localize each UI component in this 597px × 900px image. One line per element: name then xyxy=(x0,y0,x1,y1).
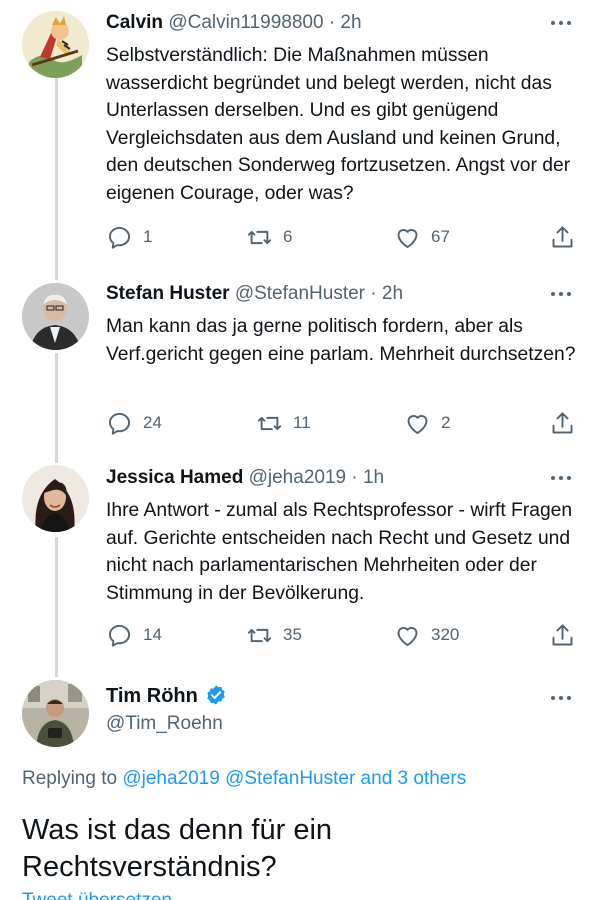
like-count: 2 xyxy=(441,413,451,432)
main-tweet-handle: @Tim_Roehn xyxy=(106,712,537,736)
more-icon[interactable] xyxy=(551,468,573,488)
main-tweet-author: Tim Röhn xyxy=(106,684,537,709)
like-button[interactable]: 67 xyxy=(394,222,450,252)
retweet-icon xyxy=(247,230,272,244)
reply-count: 14 xyxy=(143,625,162,644)
author-name[interactable]: Calvin xyxy=(106,12,163,33)
verified-badge-icon xyxy=(207,685,225,705)
tweet-actions: 14 35 320 xyxy=(106,620,579,650)
avatar[interactable] xyxy=(22,11,89,78)
share-icon xyxy=(552,623,573,645)
reply-button[interactable]: 1 xyxy=(106,222,152,252)
share-icon xyxy=(552,411,573,433)
share-button[interactable] xyxy=(549,408,576,438)
more-icon[interactable] xyxy=(551,284,573,304)
author-handle[interactable]: @Tim_Roehn xyxy=(106,713,223,734)
tweet[interactable]: Jessica Hamed @jeha2019 · 1h Ihre Antwor… xyxy=(0,460,597,670)
reply-count: 24 xyxy=(143,413,162,432)
reply-button[interactable]: 24 xyxy=(106,408,162,438)
like-button[interactable]: 2 xyxy=(404,408,450,438)
reply-count: 1 xyxy=(143,227,153,246)
author-handle[interactable]: @jeha2019 xyxy=(249,467,346,488)
translate-link[interactable]: Tweet übersetzen xyxy=(22,890,172,900)
tweet-actions: 1 6 67 xyxy=(106,222,579,252)
avatar[interactable] xyxy=(22,680,89,747)
avatar[interactable] xyxy=(22,283,89,350)
tweet-text: Man kann das ja gerne politisch fordern,… xyxy=(106,316,576,365)
author-handle[interactable]: @StefanHuster xyxy=(235,283,365,304)
share-button[interactable] xyxy=(549,222,576,252)
replying-prefix: Replying to xyxy=(22,768,118,789)
author-handle[interactable]: @Calvin11998800 xyxy=(168,12,323,33)
tweet-actions: 24 11 2 xyxy=(106,408,579,438)
author-name[interactable]: Stefan Huster xyxy=(106,283,230,304)
like-icon xyxy=(397,626,418,646)
retweet-count: 6 xyxy=(283,227,293,246)
more-icon[interactable] xyxy=(551,13,573,33)
retweet-button[interactable]: 6 xyxy=(246,222,292,252)
tweet-header: Calvin @Calvin11998800 · 2h xyxy=(106,11,537,35)
tweet[interactable]: Stefan Huster @StefanHuster · 2h Man kan… xyxy=(0,270,597,460)
retweet-count: 35 xyxy=(283,625,302,644)
reply-icon xyxy=(108,624,131,647)
replying-to: Replying to @jeha2019 @StefanHuster and … xyxy=(22,768,466,790)
share-button[interactable] xyxy=(549,620,576,650)
tweet-time[interactable]: · 2h xyxy=(329,12,362,33)
tweet[interactable]: Calvin @Calvin11998800 · 2h Selbstverstä… xyxy=(0,0,597,270)
like-count: 67 xyxy=(431,227,450,246)
tweet-time[interactable]: · 1h xyxy=(351,467,384,488)
tweet-text: Ihre Antwort - zumal als Rechtsprofessor… xyxy=(106,500,573,604)
main-tweet-text: Was ist das denn für ein Rechtsverständn… xyxy=(22,814,333,883)
retweet-button[interactable]: 11 xyxy=(256,408,311,438)
retweet-button[interactable]: 35 xyxy=(246,620,302,650)
like-button[interactable]: 320 xyxy=(394,620,459,650)
like-icon xyxy=(397,228,418,248)
author-name[interactable]: Jessica Hamed xyxy=(106,467,243,488)
tweet-header: Stefan Huster @StefanHuster · 2h xyxy=(106,282,537,306)
author-name[interactable]: Tim Röhn xyxy=(106,685,198,707)
replying-to-links[interactable]: @jeha2019 @StefanHuster and 3 others xyxy=(122,768,466,789)
tweet-time[interactable]: · 2h xyxy=(370,283,403,304)
tweet-header: Jessica Hamed @jeha2019 · 1h xyxy=(106,466,537,490)
tweet-text: Selbstverständlich: Die Maßnahmen müssen… xyxy=(106,45,571,204)
retweet-icon xyxy=(247,628,272,642)
retweet-count: 11 xyxy=(293,413,311,432)
reply-icon xyxy=(108,226,131,249)
like-icon xyxy=(407,414,428,434)
more-icon[interactable] xyxy=(551,688,573,708)
share-icon xyxy=(552,225,573,247)
avatar[interactable] xyxy=(22,465,89,532)
reply-icon xyxy=(108,412,131,435)
retweet-icon xyxy=(257,416,282,430)
reply-button[interactable]: 14 xyxy=(106,620,162,650)
like-count: 320 xyxy=(431,625,460,644)
